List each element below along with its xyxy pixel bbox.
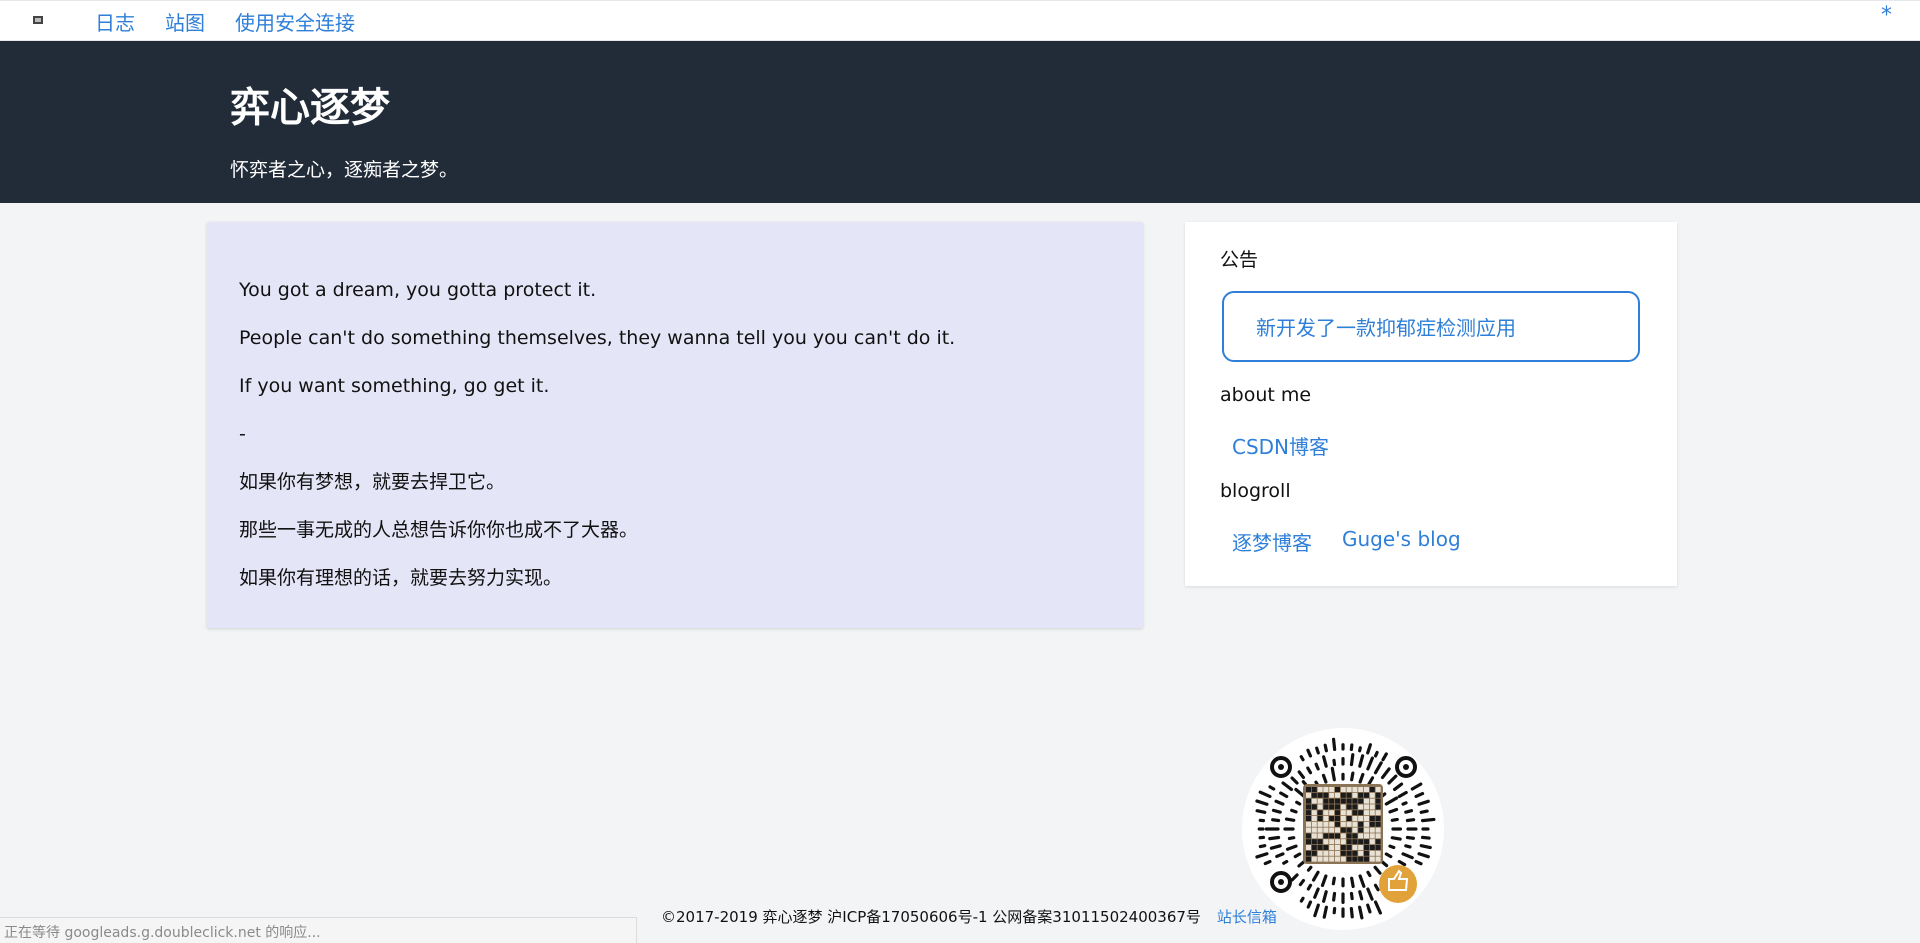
csdn-blog-link[interactable]: CSDN博客 — [1232, 431, 1329, 460]
notice-heading: 公告 — [1220, 249, 1259, 271]
nav-links: 日志 站图 使用安全连接 — [95, 1, 355, 42]
nav-link-secure-connection[interactable]: 使用安全连接 — [235, 7, 355, 36]
post-line: You got a dream, you gotta protect it. — [239, 279, 597, 301]
qr-code-image — [1242, 728, 1444, 930]
browser-status-bar: 正在等待 googleads.g.doubleclick.net 的响应... — [0, 917, 637, 943]
post-line: People can't do something themselves, th… — [239, 327, 956, 349]
blogroll-heading: blogroll — [1220, 480, 1291, 502]
top-nav: 日志 站图 使用安全连接 * — [0, 0, 1920, 41]
site-subtitle: 怀弈者之心，逐痴者之梦。 — [230, 159, 459, 181]
sidebar: 公告 新开发了一款抑郁症检测应用 about me CSDN博客 blogrol… — [1185, 222, 1677, 586]
post-line: 那些一事无成的人总想告诉你你也成不了大器。 — [239, 519, 639, 541]
post-line: 如果你有理想的话，就要去努力实现。 — [239, 567, 563, 589]
nav-star-link[interactable]: * — [1881, 3, 1892, 28]
post-card: You got a dream, you gotta protect it. P… — [207, 222, 1143, 628]
blogroll-link-zhumeng[interactable]: 逐梦博客 — [1232, 527, 1312, 556]
miniprogram-qr-code — [1241, 727, 1446, 932]
notice-link-button[interactable]: 新开发了一款抑郁症检测应用 — [1222, 291, 1640, 362]
post-line-separator: - — [239, 423, 246, 445]
footer: ©2017-2019 弈心逐梦 沪ICP备17050606号-1 公网备案310… — [661, 906, 1277, 927]
hero-header: 弈心逐梦 怀弈者之心，逐痴者之梦。 — [0, 41, 1920, 203]
about-heading: about me — [1220, 384, 1312, 406]
blogroll-link-guge[interactable]: Guge's blog — [1342, 527, 1461, 556]
site-logo-icon[interactable] — [32, 14, 44, 26]
post-line: 如果你有梦想，就要去捍卫它。 — [239, 471, 506, 493]
post-line: If you want something, go get it. — [239, 375, 550, 397]
nav-link-sitemap[interactable]: 站图 — [165, 7, 205, 36]
copyright-text: ©2017-2019 弈心逐梦 沪ICP备17050606号-1 公网备案310… — [661, 908, 1201, 926]
site-title[interactable]: 弈心逐梦 — [230, 75, 390, 133]
nav-link-log[interactable]: 日志 — [95, 7, 135, 36]
blogroll-links: 逐梦博客 Guge's blog — [1232, 527, 1461, 556]
webmaster-mail-link[interactable]: 站长信箱 — [1217, 906, 1277, 927]
